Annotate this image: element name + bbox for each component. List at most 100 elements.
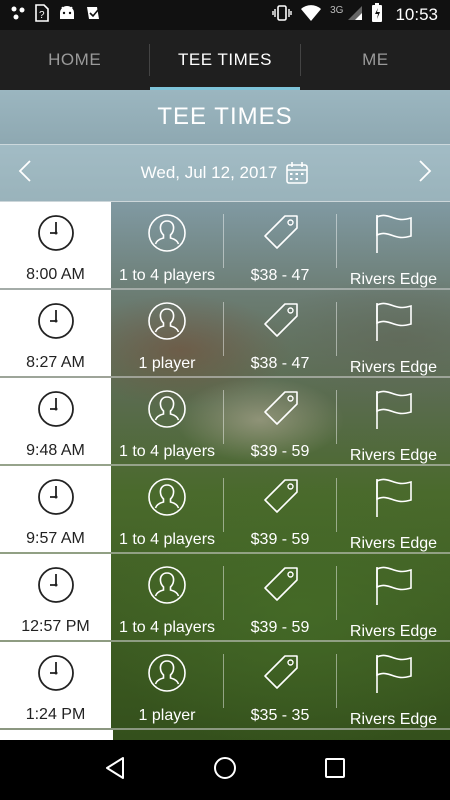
price-tag-icon <box>259 389 301 434</box>
user-icon <box>147 389 187 434</box>
svg-text:?: ? <box>39 10 45 21</box>
time-cell: 12:57 PM <box>0 554 111 640</box>
user-icon <box>147 301 187 346</box>
course-cell: Rivers Edge <box>337 466 450 552</box>
user-icon <box>147 477 187 522</box>
tee-time-details: 1 to 4 players $39 - 59 Rivers Edge <box>111 466 450 552</box>
next-date-button[interactable] <box>400 145 450 201</box>
recents-button[interactable] <box>310 745 360 795</box>
home-icon <box>213 756 237 785</box>
tee-time-row[interactable]: 12:57 PM 1 to 4 players $39 - 59 Rivers … <box>0 554 450 642</box>
price-tag-icon <box>259 213 301 258</box>
user-icon <box>147 653 187 698</box>
course-name: Rivers Edge <box>349 447 438 464</box>
tee-time-details: 1 player $38 - 47 Rivers Edge <box>111 290 450 376</box>
tee-time-row[interactable]: 1:24 PM 1 player $35 - 35 Rivers Edge <box>0 642 450 730</box>
wifi-icon <box>300 4 322 27</box>
course-name: Rivers Edge <box>349 623 438 640</box>
flag-icon <box>373 213 415 260</box>
clock-icon <box>37 302 75 345</box>
price-cell: $39 - 59 <box>224 466 336 552</box>
android-icon <box>58 5 76 26</box>
recents-icon <box>324 757 346 784</box>
price-cell: $38 - 47 <box>224 290 336 376</box>
players-count: 1 to 4 players <box>118 267 216 284</box>
price-cell: $38 - 47 <box>224 202 336 288</box>
clock-time: 10:53 <box>395 5 438 24</box>
next-row-peek <box>0 730 113 740</box>
course-cell: Rivers Edge <box>337 554 450 640</box>
date-selector: Wed, Jul 12, 2017 <box>0 145 450 201</box>
calendar-icon[interactable] <box>285 161 309 185</box>
players-cell: 1 player <box>111 642 223 728</box>
time-cell: 8:27 AM <box>0 290 111 376</box>
network-type: 3G <box>330 4 344 16</box>
price-tag-icon <box>259 477 301 522</box>
clock-icon <box>37 478 75 521</box>
tee-time-row[interactable]: 9:48 AM 1 to 4 players $39 - 59 Rivers E… <box>0 378 450 466</box>
user-icon <box>147 213 187 258</box>
page-title: TEE TIMES <box>157 103 293 130</box>
price-range: $39 - 59 <box>250 619 310 636</box>
tee-times-screen: TEE TIMES Wed, Jul 12, 2017 8:00 AM 1 to… <box>0 90 450 740</box>
price-cell: $39 - 59 <box>224 554 336 640</box>
price-range: $35 - 35 <box>250 707 310 724</box>
back-button[interactable] <box>90 745 140 795</box>
course-name: Rivers Edge <box>349 711 438 728</box>
price-range: $38 - 47 <box>250 267 310 284</box>
tee-time: 9:57 AM <box>26 530 85 547</box>
tab-tee-times[interactable]: TEE TIMES <box>150 30 300 90</box>
price-range: $38 - 47 <box>250 355 310 372</box>
price-tag-icon <box>259 565 301 610</box>
tee-time-details: 1 to 4 players $39 - 59 Rivers Edge <box>111 378 450 464</box>
tee-time-details: 1 to 4 players $38 - 47 Rivers Edge <box>111 202 450 288</box>
user-icon <box>147 565 187 610</box>
tee-time: 8:00 AM <box>26 266 85 283</box>
players-count: 1 to 4 players <box>118 619 216 636</box>
time-cell: 8:00 AM <box>0 202 111 288</box>
clock-icon <box>37 566 75 609</box>
tab-home[interactable]: HOME <box>0 30 149 90</box>
chevron-right-icon <box>418 159 432 188</box>
course-name: Rivers Edge <box>349 271 438 288</box>
notification-dots-icon <box>10 5 26 26</box>
tab-me[interactable]: ME <box>301 30 450 90</box>
course-cell: Rivers Edge <box>337 642 450 728</box>
course-cell: Rivers Edge <box>337 202 450 288</box>
tee-time-row[interactable]: 8:27 AM 1 player $38 - 47 Rivers Edge <box>0 290 450 378</box>
tee-time-row[interactable]: 8:00 AM 1 to 4 players $38 - 47 Rivers E… <box>0 202 450 290</box>
players-count: 1 player <box>138 355 196 372</box>
clock-icon <box>37 654 75 697</box>
tee-time-details: 1 to 4 players $39 - 59 Rivers Edge <box>111 554 450 640</box>
flag-icon <box>373 565 415 612</box>
flag-icon <box>373 389 415 436</box>
time-cell: 1:24 PM <box>0 642 111 728</box>
tee-time: 9:48 AM <box>26 442 85 459</box>
back-icon <box>104 756 126 785</box>
players-cell: 1 to 4 players <box>111 554 223 640</box>
tee-time-details: 1 player $35 - 35 Rivers Edge <box>111 642 450 728</box>
status-bar: ? 3G 10:53 <box>0 0 450 30</box>
selected-date[interactable]: Wed, Jul 12, 2017 <box>141 163 278 183</box>
players-cell: 1 to 4 players <box>111 378 223 464</box>
course-name: Rivers Edge <box>349 359 438 376</box>
home-button[interactable] <box>200 745 250 795</box>
flag-icon <box>373 653 415 700</box>
players-count: 1 player <box>138 707 196 724</box>
time-cell: 9:48 AM <box>0 378 111 464</box>
sim-card-icon: ? <box>35 3 49 27</box>
price-tag-icon <box>259 653 301 698</box>
vibrate-icon <box>272 4 292 27</box>
previous-date-button[interactable] <box>0 145 50 201</box>
chevron-left-icon <box>18 159 32 188</box>
course-cell: Rivers Edge <box>337 378 450 464</box>
price-cell: $39 - 59 <box>224 378 336 464</box>
check-flag-icon <box>85 5 101 26</box>
flag-icon <box>373 477 415 524</box>
time-cell: 9:57 AM <box>0 466 111 552</box>
course-name: Rivers Edge <box>349 535 438 552</box>
tee-time-row[interactable]: 9:57 AM 1 to 4 players $39 - 59 Rivers E… <box>0 466 450 554</box>
tee-time: 12:57 PM <box>21 618 90 635</box>
tee-time: 8:27 AM <box>26 354 85 371</box>
top-tab-bar: HOME TEE TIMES ME <box>0 30 450 90</box>
